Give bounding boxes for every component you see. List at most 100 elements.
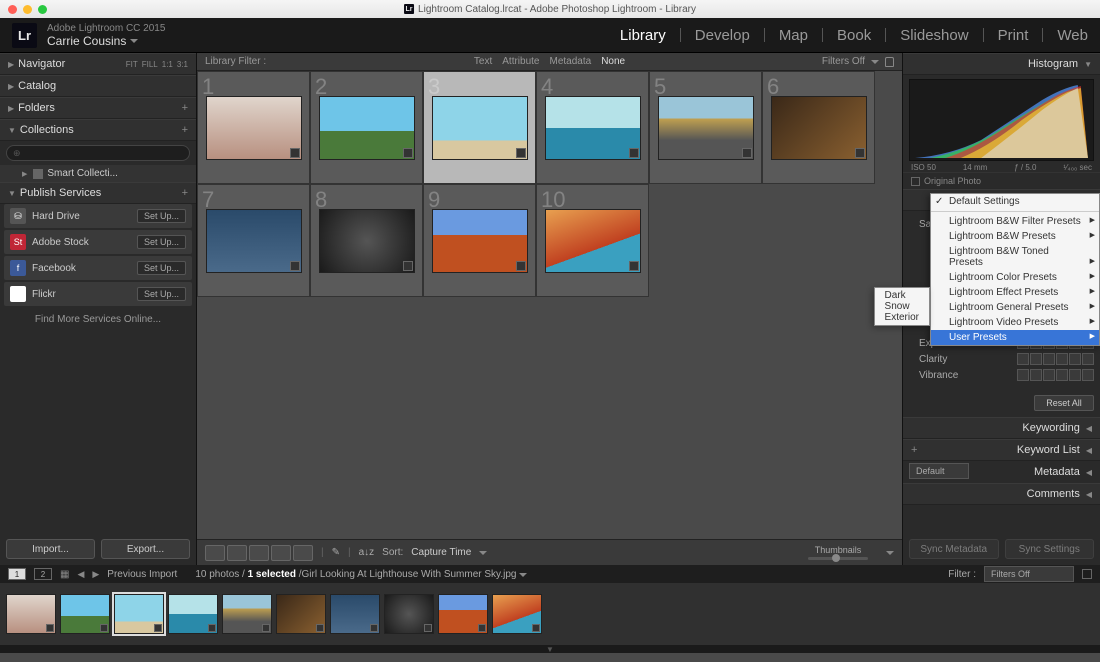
filmstrip-thumb[interactable] xyxy=(384,594,434,634)
prev-arrow-icon[interactable]: ◀ xyxy=(77,569,84,580)
original-photo-toggle[interactable]: Original Photo xyxy=(903,172,1100,189)
minimize-dot[interactable] xyxy=(23,5,32,14)
grid-cell[interactable]: 5 xyxy=(649,71,762,184)
publish-flickr[interactable]: •• Flickr Set Up... xyxy=(4,282,192,306)
grid-cell[interactable]: 8 xyxy=(310,184,423,297)
histogram-panel-head[interactable]: Histogram ▼ xyxy=(903,53,1100,75)
find-more-services[interactable]: Find More Services Online... xyxy=(0,308,196,331)
module-print[interactable]: Print xyxy=(998,27,1029,44)
publish-facebook[interactable]: f Facebook Set Up... xyxy=(4,256,192,280)
preset-group[interactable]: Lightroom General Presets xyxy=(931,300,1099,315)
filmstrip-thumb[interactable] xyxy=(114,594,164,634)
nav-1to1[interactable]: 1:1 xyxy=(162,60,173,69)
thumbnail-size-slider[interactable] xyxy=(808,557,868,560)
navigator-panel-head[interactable]: ▶ Navigator FIT FILL 1:1 3:1 xyxy=(0,53,196,75)
grid-cell[interactable]: 6 xyxy=(762,71,875,184)
grid-cell[interactable]: 10 xyxy=(536,184,649,297)
stepper-button[interactable] xyxy=(1030,369,1042,381)
lock-icon[interactable] xyxy=(885,57,894,67)
filmstrip-thumb[interactable] xyxy=(438,594,488,634)
filmstrip-thumb[interactable] xyxy=(60,594,110,634)
nav-fill[interactable]: FILL xyxy=(142,60,158,69)
display-1-button[interactable]: 1 xyxy=(8,568,26,580)
filmstrip-thumb[interactable] xyxy=(222,594,272,634)
grid-icon[interactable]: ▦ xyxy=(60,569,69,580)
stepper-button[interactable] xyxy=(1056,369,1068,381)
stepper-button[interactable] xyxy=(1082,353,1094,365)
sync-settings-button[interactable]: Sync Settings xyxy=(1005,539,1095,559)
collection-search-input[interactable]: ⊕ xyxy=(6,145,190,161)
folders-panel-head[interactable]: ▶ Folders + xyxy=(0,97,196,119)
filmstrip-thumb[interactable] xyxy=(276,594,326,634)
sort-value[interactable]: Capture Time xyxy=(411,547,471,558)
stepper-button[interactable] xyxy=(1017,353,1029,365)
stepper-button[interactable] xyxy=(1056,353,1068,365)
keywording-panel-head[interactable]: Keywording◀ xyxy=(903,417,1100,439)
module-library[interactable]: Library xyxy=(620,27,666,44)
filter-tab-attribute[interactable]: Attribute xyxy=(502,56,539,67)
filter-tab-none[interactable]: None xyxy=(601,56,625,67)
filter-tab-metadata[interactable]: Metadata xyxy=(549,56,591,67)
setup-button[interactable]: Set Up... xyxy=(137,209,186,223)
publish-panel-head[interactable]: ▼ Publish Services + xyxy=(0,182,196,204)
sync-metadata-button[interactable]: Sync Metadata xyxy=(909,539,999,559)
collection-smart[interactable]: ▶ Smart Collecti... xyxy=(0,165,196,182)
grid-cell[interactable]: 9 xyxy=(423,184,536,297)
preset-group[interactable]: Lightroom Video Presets xyxy=(931,315,1099,330)
view-survey-icon[interactable] xyxy=(271,545,291,561)
filter-switch-icon[interactable] xyxy=(1082,569,1092,579)
import-button[interactable]: Import... xyxy=(6,539,95,559)
setup-button[interactable]: Set Up... xyxy=(137,235,186,249)
filmstrip-thumb[interactable] xyxy=(492,594,542,634)
preset-group[interactable]: Lightroom B&W Filter Presets xyxy=(931,214,1099,229)
nav-fit[interactable]: FIT xyxy=(126,60,138,69)
add-publish-icon[interactable]: + xyxy=(182,187,188,199)
view-compare-icon[interactable] xyxy=(249,545,269,561)
chevron-down-icon[interactable] xyxy=(519,573,527,577)
sort-direction-icon[interactable]: a↓z xyxy=(359,547,375,558)
view-loupe-icon[interactable] xyxy=(227,545,247,561)
stepper-button[interactable] xyxy=(1069,369,1081,381)
publish-adobestock[interactable]: St Adobe Stock Set Up... xyxy=(4,230,192,254)
add-collection-icon[interactable]: + xyxy=(182,124,188,136)
stepper-button[interactable] xyxy=(1069,353,1081,365)
preset-item-default[interactable]: Default Settings xyxy=(931,194,1099,209)
setup-button[interactable]: Set Up... xyxy=(137,287,186,301)
module-slideshow[interactable]: Slideshow xyxy=(900,27,968,44)
reset-all-button[interactable]: Reset All xyxy=(1034,395,1094,411)
comments-panel-head[interactable]: Comments◀ xyxy=(903,483,1100,505)
stepper-button[interactable] xyxy=(1030,353,1042,365)
filters-off-label[interactable]: Filters Off xyxy=(822,56,865,67)
source-label[interactable]: Previous Import xyxy=(107,569,177,580)
metadata-preset-dropdown[interactable]: Default xyxy=(909,463,969,479)
preset-group[interactable]: Lightroom B&W Presets xyxy=(931,229,1099,244)
preset-submenu-item[interactable]: Dark Snow Exterior xyxy=(874,287,930,326)
display-2-button[interactable]: 2 xyxy=(34,568,52,580)
view-grid-icon[interactable] xyxy=(205,545,225,561)
collections-panel-head[interactable]: ▼ Collections + xyxy=(0,119,196,141)
catalog-panel-head[interactable]: ▶ Catalog xyxy=(0,75,196,97)
keywordlist-panel-head[interactable]: +Keyword List◀ xyxy=(903,439,1100,461)
next-arrow-icon[interactable]: ▶ xyxy=(92,569,99,580)
filmstrip-thumb[interactable] xyxy=(6,594,56,634)
filter-tab-text[interactable]: Text xyxy=(474,56,492,67)
stepper-button[interactable] xyxy=(1017,369,1029,381)
module-map[interactable]: Map xyxy=(779,27,808,44)
module-web[interactable]: Web xyxy=(1057,27,1088,44)
export-button[interactable]: Export... xyxy=(101,539,190,559)
grid-cell[interactable]: 7 xyxy=(197,184,310,297)
preset-group[interactable]: Lightroom Effect Presets xyxy=(931,285,1099,300)
filmstrip-filter-dropdown[interactable]: Filters Off xyxy=(984,566,1074,582)
publish-harddrive[interactable]: ⛁ Hard Drive Set Up... xyxy=(4,204,192,228)
preset-group[interactable]: Lightroom Color Presets xyxy=(931,270,1099,285)
module-book[interactable]: Book xyxy=(837,27,871,44)
nav-3to1[interactable]: 3:1 xyxy=(177,60,188,69)
stepper-button[interactable] xyxy=(1082,369,1094,381)
zoom-dot[interactable] xyxy=(38,5,47,14)
setup-button[interactable]: Set Up... xyxy=(137,261,186,275)
grid-cell[interactable]: 2 xyxy=(310,71,423,184)
filmstrip-thumb[interactable] xyxy=(168,594,218,634)
grid-cell[interactable]: 3 xyxy=(423,71,536,184)
filmstrip-handle[interactable]: ▼ xyxy=(0,645,1100,653)
identity-plate[interactable]: Adobe Lightroom CC 2015 Carrie Cousins xyxy=(47,23,165,48)
